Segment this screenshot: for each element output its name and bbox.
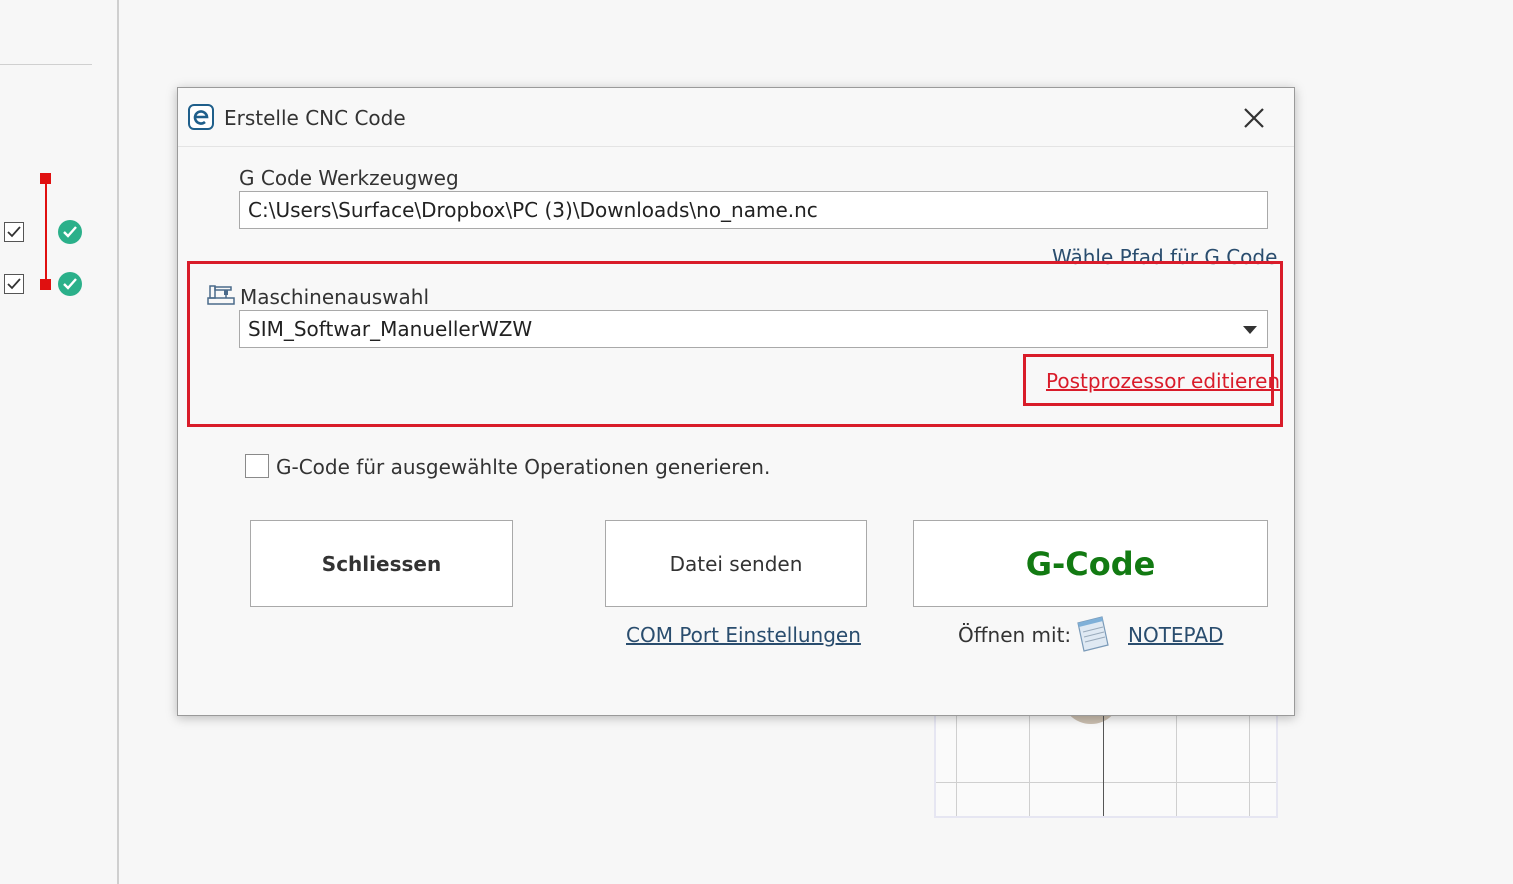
com-port-settings-link[interactable]: COM Port Einstellungen [626, 623, 861, 647]
preview-axis [1103, 702, 1104, 816]
create-cnc-code-dialog: Erstelle CNC Code G Code Werkzeugweg C:\… [177, 87, 1295, 716]
gcode-path-label: G Code Werkzeugweg [239, 166, 459, 190]
operation-link-marker-bottom [40, 279, 51, 290]
app-logo-icon [188, 104, 214, 130]
close-button-label: Schliessen [321, 551, 442, 576]
status-ok-icon [58, 272, 82, 296]
generate-gcode-button-label: G-Code [1025, 544, 1156, 583]
close-icon[interactable] [1238, 102, 1270, 134]
notepad-link[interactable]: NOTEPAD [1128, 623, 1223, 647]
dialog-titlebar[interactable]: Erstelle CNC Code [178, 88, 1294, 147]
operation-link-line [45, 182, 47, 284]
operation-checkbox-2[interactable] [4, 274, 24, 294]
operation-checkbox-1[interactable] [4, 222, 24, 242]
send-file-button[interactable]: Datei senden [605, 520, 867, 607]
open-with-label: Öffnen mit: [958, 623, 1072, 647]
close-button[interactable]: Schliessen [250, 520, 513, 607]
left-panel [0, 0, 119, 884]
chevron-down-icon[interactable] [1243, 326, 1257, 334]
edit-postprocessor-link[interactable]: Postprozessor editieren [1046, 369, 1280, 393]
notepad-icon[interactable] [1072, 615, 1112, 653]
operation-link-marker-top [40, 173, 51, 184]
generate-gcode-button[interactable]: G-Code [913, 520, 1268, 607]
selected-operations-checkbox[interactable] [245, 454, 269, 478]
status-ok-icon [58, 220, 82, 244]
machine-icon [207, 285, 235, 305]
selected-operations-label: G-Code für ausgewählte Operationen gener… [276, 455, 771, 479]
dialog-title: Erstelle CNC Code [224, 106, 406, 130]
send-file-button-label: Datei senden [669, 551, 803, 576]
choose-gcode-path-link[interactable]: Wähle Pfad für G Code [1052, 245, 1277, 265]
gcode-path-input[interactable]: C:\Users\Surface\Dropbox\PC (3)\Download… [239, 191, 1268, 229]
machine-selection-label: Maschinenauswahl [240, 285, 430, 309]
left-panel-separator [0, 64, 92, 65]
toolpath-preview [934, 682, 1278, 818]
machine-select[interactable]: SIM_Softwar_ManuellerWZW [239, 310, 1268, 348]
machine-select-value: SIM_Softwar_ManuellerWZW [248, 317, 533, 341]
